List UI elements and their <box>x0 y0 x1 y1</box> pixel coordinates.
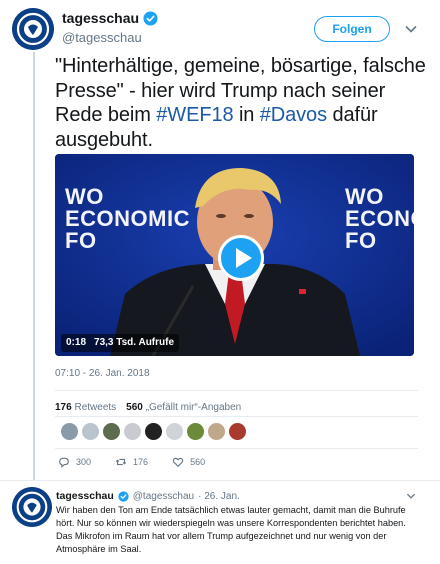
overlay-line: ECONOMIC <box>65 206 190 231</box>
retweet-icon <box>115 458 127 466</box>
overlay-line: ECONO <box>345 206 414 231</box>
chevron-down-icon[interactable] <box>406 491 416 501</box>
tweet-stats: 176 Retweets 560 „Gefällt mir“-Angaben <box>55 402 241 413</box>
divider <box>55 416 418 417</box>
divider <box>0 480 440 481</box>
reply-handle[interactable]: @tagesschau <box>133 491 194 502</box>
video-overlay-left: WO ECONOMIC FO <box>65 186 190 252</box>
liker-avatar[interactable] <box>81 422 100 441</box>
liker-avatar[interactable] <box>144 422 163 441</box>
thread-line <box>33 52 35 480</box>
video-overlay-right: WO ECONO FO <box>345 186 414 252</box>
reply-action[interactable]: 300 <box>58 456 91 468</box>
retweets-stat[interactable]: 176 Retweets <box>55 402 116 413</box>
liker-avatar[interactable] <box>186 422 205 441</box>
tweet-actions: 300 176 560 <box>58 456 205 468</box>
chevron-down-icon[interactable] <box>404 22 418 36</box>
retweets-label: Retweets <box>74 402 117 413</box>
video-views: 73,3 Tsd. Aufrufe <box>94 337 175 348</box>
retweet-count: 176 <box>133 457 149 467</box>
tweet-text-part: in <box>233 104 260 126</box>
reply-avatar[interactable] <box>12 487 52 527</box>
divider <box>55 448 418 449</box>
liker-avatar[interactable] <box>102 422 121 441</box>
like-action[interactable]: 560 <box>172 456 205 468</box>
account-handle[interactable]: @tagesschau <box>62 30 142 45</box>
video-player[interactable]: WO ECONOMIC FO WO ECONO FO 0:18 73,3 Tsd… <box>55 154 414 356</box>
retweet-action[interactable]: 176 <box>115 456 148 468</box>
liker-avatar[interactable] <box>60 422 79 441</box>
reply-icon <box>59 457 69 468</box>
play-icon[interactable] <box>218 235 264 281</box>
reply-account-name[interactable]: tagesschau <box>56 490 114 502</box>
divider <box>55 390 418 391</box>
reply-header: tagesschau @tagesschau · 26. Jan. <box>56 490 240 502</box>
account-name[interactable]: tagesschau <box>62 10 158 26</box>
retweets-count: 176 <box>55 402 72 413</box>
reply-date[interactable]: · 26. Jan. <box>198 491 240 502</box>
account-name-text[interactable]: tagesschau <box>62 10 139 26</box>
liker-avatar[interactable] <box>207 422 226 441</box>
like-count: 560 <box>190 457 206 467</box>
liker-avatars <box>60 422 247 441</box>
liker-avatar[interactable] <box>165 422 184 441</box>
tagesschau-logo-icon <box>12 487 52 527</box>
avatar[interactable] <box>12 8 54 50</box>
liker-avatar[interactable] <box>123 422 142 441</box>
tweet-timestamp[interactable]: 07:10 - 26. Jan. 2018 <box>55 368 150 379</box>
likes-label: „Gefällt mir“-Angaben <box>145 402 242 413</box>
liker-avatar[interactable] <box>228 422 247 441</box>
video-meta: 0:18 73,3 Tsd. Aufrufe <box>61 334 180 352</box>
overlay-line: WO <box>345 184 384 209</box>
likes-count: 560 <box>126 402 143 413</box>
overlay-line: WO <box>65 184 104 209</box>
verified-badge-icon <box>143 10 158 26</box>
hashtag-link[interactable]: #Davos <box>260 104 327 126</box>
verified-badge-icon <box>118 490 129 502</box>
tagesschau-logo-icon <box>12 8 54 50</box>
overlay-line: FO <box>345 228 377 253</box>
likes-stat[interactable]: 560 „Gefällt mir“-Angaben <box>126 402 241 413</box>
heart-icon <box>172 457 184 468</box>
reply-count: 300 <box>76 457 92 467</box>
overlay-line: FO <box>65 228 97 253</box>
reply-text: Wir haben den Ton am Ende tatsächlich et… <box>56 505 406 554</box>
follow-button[interactable]: Folgen <box>314 16 390 42</box>
tweet-text: "Hinterhältige, gemeine, bösartige, fals… <box>55 54 427 152</box>
video-duration: 0:18 <box>66 337 87 348</box>
hashtag-link[interactable]: #WEF18 <box>156 104 233 126</box>
